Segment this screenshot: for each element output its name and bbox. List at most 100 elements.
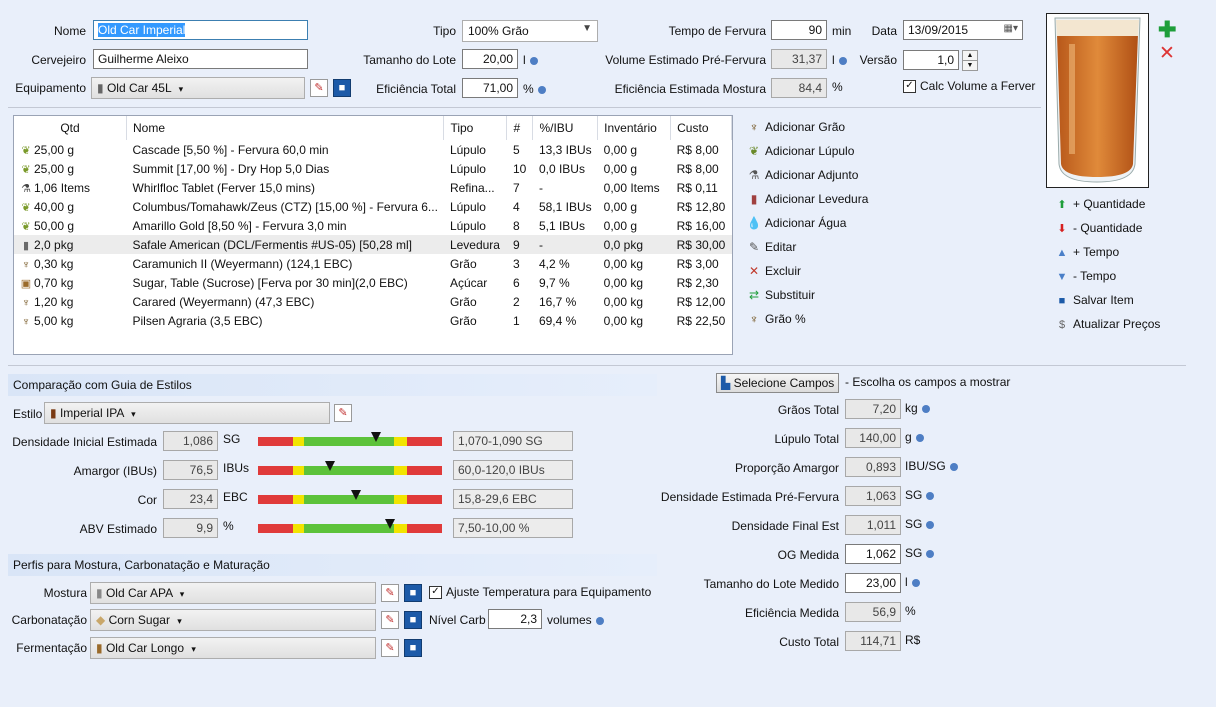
- style-range-bar: [258, 519, 442, 533]
- style-row-value: 23,4: [163, 489, 218, 509]
- table-row[interactable]: ▣ 0,70 kg Sugar, Table (Sucrose) [Ferva po…: [14, 273, 732, 292]
- brewer-input[interactable]: Guilherme Aleixo: [93, 49, 308, 69]
- dollar-icon: $: [1058, 319, 1066, 331]
- table-row[interactable]: ❦ 25,00 g Summit [17,00 %] - Dry Hop 5,0 D…: [14, 159, 732, 178]
- edit-equipment-button[interactable]: ✎: [310, 79, 328, 97]
- table-row[interactable]: ▮ 2,0 pkg Safale American (DCL/Fermentis #…: [14, 235, 732, 254]
- col-inventario[interactable]: Inventário: [597, 116, 672, 140]
- efficiency-input[interactable]: 71,00: [462, 78, 518, 98]
- cell-nome: Cascade [5,50 %] - Fervura 60,0 min: [132, 142, 329, 157]
- triangle-up-icon: ▲: [1056, 247, 1068, 259]
- col-tipo[interactable]: Tipo: [443, 116, 508, 140]
- edit-mash-button[interactable]: ✎: [381, 584, 399, 602]
- cervejeiro-label: Cervejeiro: [31, 53, 86, 67]
- cell-inventario: 0,00 g: [603, 142, 638, 157]
- edit-carbonation-button[interactable]: ✎: [381, 611, 399, 629]
- style-range-bar: [258, 432, 442, 446]
- table-row[interactable]: ♆ 0,30 kg Caramunich II (Weyermann) (124,1…: [14, 254, 732, 273]
- checkbox-icon[interactable]: ✓: [903, 80, 916, 94]
- checkbox-icon[interactable]: ✓: [429, 586, 442, 600]
- action-replace[interactable]: ⇄ Substituir: [746, 288, 815, 302]
- stat-label: Densidade Estimada Pré-Fervura: [660, 490, 839, 504]
- nivel-carb-label: Nível Carb: [429, 613, 486, 627]
- stat-value[interactable]: 1,062: [845, 544, 901, 564]
- style-row-label: Densidade Inicial Estimada: [12, 435, 157, 449]
- beer-glass-image: [1046, 13, 1149, 188]
- table-row[interactable]: ❦ 25,00 g Cascade [5,50 %] - Fervura 60,0 …: [14, 140, 732, 159]
- stat-label: Custo Total: [779, 635, 839, 649]
- save-carbonation-button[interactable]: ■: [404, 611, 422, 629]
- mash-efficiency-field: 84,4: [771, 78, 827, 98]
- carbonation-level-input[interactable]: 2,3: [488, 609, 542, 629]
- action-dollar[interactable]: $ Atualizar Preços: [1054, 317, 1160, 331]
- save-icon: ■: [409, 587, 417, 599]
- ingredients-table[interactable]: Qtd Nome Tipo # %/IBU Inventário Custo ❦…: [13, 115, 733, 355]
- col-ibu[interactable]: %/IBU: [532, 116, 599, 140]
- action-arrow-up[interactable]: ⬆ + Quantidade: [1054, 197, 1145, 211]
- calendar-icon[interactable]: ▦▾: [1004, 23, 1018, 34]
- cell-qtd: ▮ 2,0 pkg: [14, 235, 127, 254]
- action-triangle-up[interactable]: ▲ + Tempo: [1054, 245, 1120, 259]
- action-edit[interactable]: ✎ Editar: [746, 240, 796, 254]
- edit-fermentation-button[interactable]: ✎: [381, 639, 399, 657]
- col-custo[interactable]: Custo: [670, 116, 732, 140]
- add-recipe-icon[interactable]: ✚: [1158, 19, 1176, 41]
- table-row[interactable]: ❦ 40,00 g Columbus/Tomahawk/Zeus (CTZ) [15…: [14, 197, 732, 216]
- action-triangle-down[interactable]: ▼ - Tempo: [1054, 269, 1117, 283]
- table-row[interactable]: ♆ 5,00 kg Pilsen Agraria (3,5 EBC) Grão 1 69,…: [14, 311, 732, 330]
- batch-size-input[interactable]: 20,00: [462, 49, 518, 69]
- edit-style-button[interactable]: ✎: [334, 404, 352, 422]
- action-delete[interactable]: ✕ Excluir: [746, 264, 801, 278]
- stat-value[interactable]: 23,00: [845, 573, 901, 593]
- style-combo[interactable]: ▮ Imperial IPA ▾: [44, 402, 330, 424]
- save-icon: ■: [409, 642, 417, 654]
- select-fields-button[interactable]: ▙ Selecione Campos: [716, 373, 840, 393]
- action-adjunct[interactable]: ⚗ Adicionar Adjunto: [746, 168, 859, 182]
- table-row[interactable]: ⚗ 1,06 Items Whirlfloc Tablet (Ferver 15,0…: [14, 178, 732, 197]
- info-dot-icon: [915, 433, 924, 442]
- adjust-temp-checkbox[interactable]: ✓ Ajuste Temperatura para Equipamento: [429, 585, 651, 600]
- type-select[interactable]: 100% Grão ▼: [462, 20, 598, 42]
- version-spinner[interactable]: ▲ ▼: [962, 50, 978, 71]
- action-grain[interactable]: ♆ Adicionar Grão: [746, 120, 846, 134]
- cell-num: 9: [506, 235, 533, 254]
- action-yeast[interactable]: ▮ Adicionar Levedura: [746, 192, 869, 206]
- recipe-name-input[interactable]: Old Car Imperial: [93, 20, 308, 40]
- table-row[interactable]: ❦ 50,00 g Amarillo Gold [8,50 %] - Fervura…: [14, 216, 732, 235]
- carbonation-combo[interactable]: ◆ Corn Sugar ▾: [90, 609, 376, 631]
- delete-recipe-icon[interactable]: ✕: [1159, 44, 1175, 63]
- style-row-value: 1,086: [163, 431, 218, 451]
- version-input[interactable]: 1,0: [903, 50, 959, 70]
- mash-profile-combo[interactable]: ▮ Old Car APA ▾: [90, 582, 376, 604]
- cell-inventario: 0,00 Items: [603, 180, 660, 195]
- range-segment: [292, 466, 304, 475]
- action-water-drop[interactable]: 💧 Adicionar Água: [746, 216, 847, 230]
- cell-tipo: Lúpulo: [449, 161, 486, 176]
- beer-mug-icon: ▮: [50, 406, 57, 420]
- equipment-combo[interactable]: ▮ Old Car 45L ▾: [91, 77, 305, 99]
- mash-efficiency-unit: %: [832, 80, 843, 94]
- cell-ibu: 4,2 %: [538, 256, 570, 271]
- save-fermentation-button[interactable]: ■: [404, 639, 422, 657]
- col-qtd[interactable]: Qtd: [14, 116, 127, 140]
- stat-unit: SG: [905, 546, 935, 560]
- table-row[interactable]: ♆ 1,20 kg Carared (Weyermann) (47,3 EBC) Gr…: [14, 292, 732, 311]
- action-hop[interactable]: ❦ Adicionar Lúpulo: [746, 144, 854, 158]
- calc-volume-checkbox[interactable]: ✓ Calc Volume a Ferver: [903, 79, 1035, 94]
- spin-up-icon[interactable]: ▲: [962, 50, 978, 61]
- date-picker[interactable]: 13/09/2015 ▦▾: [903, 20, 1023, 40]
- spin-down-icon[interactable]: ▼: [962, 61, 978, 71]
- col-num[interactable]: #: [506, 116, 534, 140]
- stat-label: Tamanho do Lote Medido: [703, 577, 839, 591]
- col-nome[interactable]: Nome: [126, 116, 445, 140]
- action-save[interactable]: ■ Salvar Item: [1054, 293, 1134, 307]
- action-grain-percent[interactable]: ♆ Grão %: [746, 312, 806, 326]
- cell-custo: R$ 12,80: [676, 199, 726, 214]
- tipo-label: Tipo: [433, 24, 456, 38]
- cell-qtd: ❦ 50,00 g: [21, 218, 75, 233]
- fermentation-combo[interactable]: ▮ Old Car Longo ▾: [90, 637, 376, 659]
- save-mash-button[interactable]: ■: [404, 584, 422, 602]
- cell-num: 4: [512, 199, 520, 214]
- action-arrow-down[interactable]: ⬇ - Quantidade: [1054, 221, 1142, 235]
- boil-time-input[interactable]: 90: [771, 20, 827, 40]
